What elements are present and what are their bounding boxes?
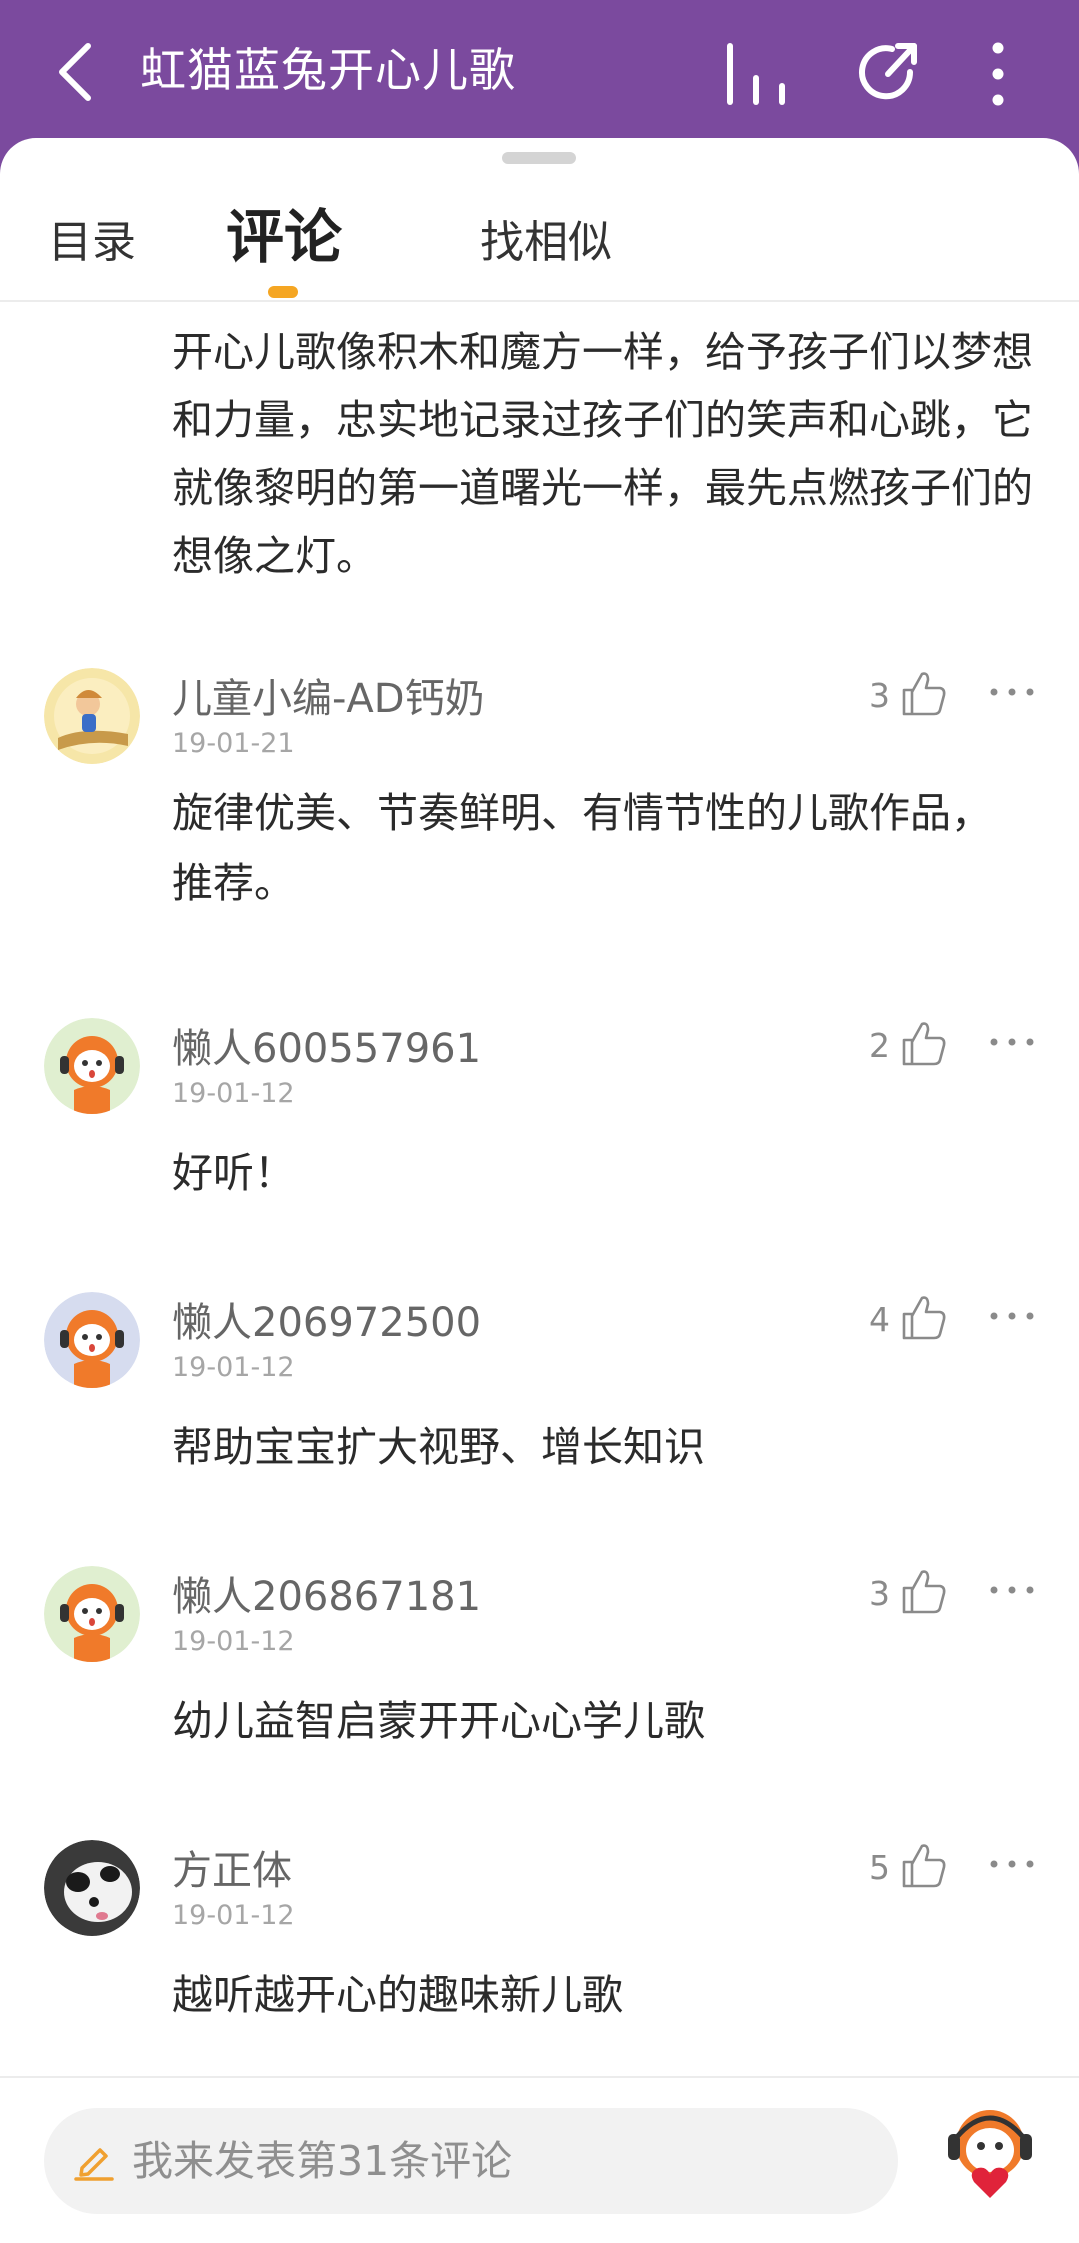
tab-comments[interactable]: 评论 bbox=[226, 192, 342, 282]
comment-date: 19-01-12 bbox=[172, 1626, 295, 1657]
comment-text: 开心儿歌像积木和魔方一样，给予孩子们以梦想和力量，忠实地记录过孩子们的笑声和心跳… bbox=[172, 328, 1033, 580]
comment-text: 旋律优美、节奏鲜明、有情节性的儿歌作品，推荐。 bbox=[172, 789, 992, 907]
comment-text: 好听！ bbox=[172, 1149, 295, 1197]
thumbs-up-icon[interactable] bbox=[898, 668, 948, 718]
avatar[interactable] bbox=[44, 668, 140, 764]
more-horizontal-icon[interactable] bbox=[988, 1304, 1036, 1328]
comment-username[interactable]: 懒人206867181 bbox=[172, 1572, 481, 1622]
back-arrow-icon[interactable] bbox=[48, 38, 104, 106]
comment-username[interactable]: 懒人206972500 bbox=[172, 1298, 481, 1348]
like-count: 4 bbox=[869, 1300, 890, 1339]
like-count: 2 bbox=[869, 1026, 890, 1065]
more-horizontal-icon[interactable] bbox=[988, 1852, 1036, 1876]
comment-input[interactable]: 我来发表第31条评论 bbox=[44, 2108, 898, 2214]
comment-date: 19-01-12 bbox=[172, 1352, 295, 1383]
comment-text: 越听越开心的趣味新儿歌 bbox=[172, 1971, 623, 2019]
pencil-icon bbox=[74, 2148, 114, 2181]
tab-indicator bbox=[268, 286, 298, 298]
thumbs-up-icon[interactable] bbox=[898, 1566, 948, 1616]
tab-catalog[interactable]: 目录 bbox=[48, 198, 136, 288]
divider bbox=[0, 300, 1079, 302]
comment-input-placeholder: 我来发表第31条评论 bbox=[132, 2137, 513, 2185]
top-bar: 虹猫蓝兔开心儿歌 bbox=[0, 0, 1079, 150]
more-horizontal-icon[interactable] bbox=[988, 1578, 1036, 1602]
comment-date: 19-01-12 bbox=[172, 1900, 295, 1931]
more-vertical-icon[interactable] bbox=[962, 38, 1034, 110]
tab-similar[interactable]: 找相似 bbox=[480, 198, 612, 288]
more-horizontal-icon[interactable] bbox=[988, 680, 1036, 704]
more-horizontal-icon[interactable] bbox=[988, 1030, 1036, 1054]
thumbs-up-icon[interactable] bbox=[898, 1018, 948, 1068]
avatar[interactable] bbox=[44, 1292, 140, 1388]
like-count: 5 bbox=[869, 1848, 890, 1887]
like-count: 3 bbox=[869, 1574, 890, 1613]
comment-text: 幼儿益智启蒙开开心心学儿歌 bbox=[172, 1697, 705, 1745]
mascot-icon[interactable] bbox=[940, 2098, 1040, 2206]
like-count: 3 bbox=[869, 676, 890, 715]
page-title: 虹猫蓝兔开心儿歌 bbox=[140, 43, 516, 97]
drag-handle[interactable] bbox=[502, 152, 576, 164]
tab-bar: 目录 评论 找相似 bbox=[0, 198, 1079, 298]
thumbs-up-icon[interactable] bbox=[898, 1840, 948, 1890]
comment-username[interactable]: 懒人600557961 bbox=[172, 1024, 481, 1074]
share-icon[interactable] bbox=[852, 38, 924, 110]
avatar[interactable] bbox=[44, 1566, 140, 1662]
avatar[interactable] bbox=[44, 1018, 140, 1114]
comment-text: 帮助宝宝扩大视野、增长知识 bbox=[172, 1423, 705, 1471]
comment-date: 19-01-12 bbox=[172, 1078, 295, 1109]
comment-username[interactable]: 儿童小编-AD钙奶 bbox=[172, 674, 485, 724]
equalizer-icon[interactable] bbox=[720, 38, 792, 110]
comment-date: 19-01-21 bbox=[172, 728, 295, 759]
comment-username[interactable]: 方正体 bbox=[172, 1846, 292, 1896]
comment-sheet: 目录 评论 找相似 开心儿歌像积木和魔方一样，给予孩子们以梦想和力量，忠实地记录… bbox=[0, 138, 1079, 2243]
comment-composer-bar: 我来发表第31条评论 bbox=[0, 2076, 1079, 2243]
thumbs-up-icon[interactable] bbox=[898, 1292, 948, 1342]
avatar[interactable] bbox=[44, 1840, 140, 1936]
